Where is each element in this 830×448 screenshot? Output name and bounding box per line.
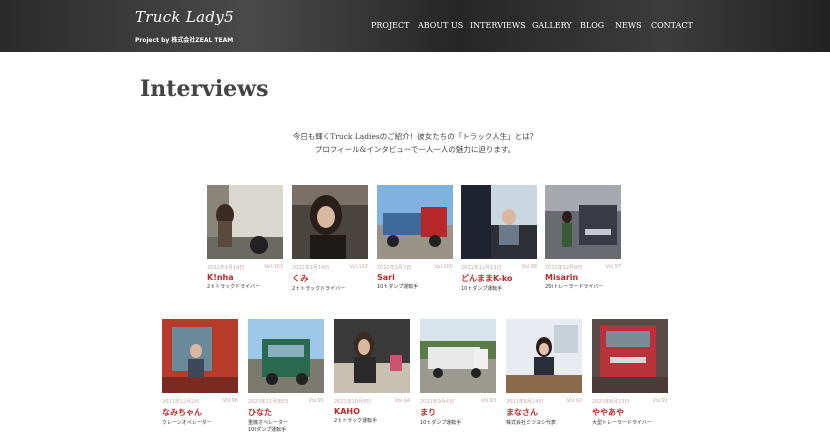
- interview-name[interactable]: ややあや: [592, 407, 668, 418]
- page-intro: 今日も輝くTruck Ladiesのご紹介！彼女たちの「トラック人生」とは？ プ…: [0, 130, 830, 156]
- interview-date: 2022年1月3日: [377, 265, 412, 271]
- interview-card[interactable]: 2022年1月3日 Vol.100 Sari 10ｔダンプ運転手: [377, 185, 453, 291]
- nav-gallery[interactable]: GALLERY: [532, 21, 572, 30]
- interview-job: 大型トレーラードライバー: [592, 420, 652, 426]
- nav-project[interactable]: PROJECT: [371, 21, 409, 30]
- interview-card[interactable]: 2021年8月13日 Vol.91 ややあや 大型トレーラードライバー: [592, 319, 668, 427]
- interview-job: 10ｔダンプ運転手: [377, 284, 419, 290]
- interview-name[interactable]: まり: [420, 407, 496, 418]
- interview-card[interactable]: 2021年10月8日 Vol.94 KAHO 2ｔトラック運転手: [334, 319, 410, 425]
- interview-vol: Vol.103: [264, 264, 283, 270]
- interview-name[interactable]: どんままK-ko: [461, 273, 537, 284]
- interview-photo[interactable]: [162, 319, 238, 393]
- interview-vol: Vol.102: [349, 264, 368, 270]
- interview-date: 2021年11月30日: [248, 399, 289, 405]
- interview-photo[interactable]: [420, 319, 496, 393]
- interview-name[interactable]: なみちゃん: [162, 407, 238, 418]
- interview-date: 2021年10月8日: [334, 399, 372, 405]
- interview-date: 2021年12月13日: [461, 265, 502, 271]
- interview-date: 2021年12月9日: [545, 265, 583, 271]
- interview-photo[interactable]: [248, 319, 324, 393]
- interview-vol: Vol.97: [605, 264, 621, 270]
- interview-vol: Vol.96: [222, 398, 238, 404]
- interview-card[interactable]: 2021年12月2日 Vol.96 なみちゃん クレーンオペレーター: [162, 319, 238, 427]
- nav-blog[interactable]: BLOG: [580, 21, 604, 30]
- interview-photo[interactable]: [377, 185, 453, 259]
- interview-photo[interactable]: [292, 185, 368, 259]
- interview-job: 2ｔトラックドライバー: [292, 286, 346, 292]
- interview-photo[interactable]: [506, 319, 582, 393]
- nav-interviews[interactable]: INTERVIEWS: [470, 21, 526, 30]
- nav-contact[interactable]: CONTACT: [651, 21, 693, 30]
- interview-vol: Vol.93: [480, 398, 496, 404]
- site-subtitle: Project by 株式会社ZEAL TEAM: [135, 37, 234, 44]
- interview-card[interactable]: 2021年12月9日 Vol.97 Misarin 25tトレーラードライバー: [545, 185, 621, 291]
- site-header: Truck Lady5 Project by 株式会社ZEAL TEAM PRO…: [0, 0, 830, 52]
- interview-card[interactable]: 2021年9月4日 Vol.93 まり 10ｔダンプ運転手: [420, 319, 496, 427]
- intro-line-2: プロフィール&インタビューで一人一人の魅力に迫ります。: [314, 145, 516, 154]
- interview-name[interactable]: まなさん: [506, 407, 582, 418]
- interview-vol: Vol.92: [566, 398, 582, 404]
- interview-vol: Vol.95: [308, 398, 324, 404]
- interview-photo[interactable]: [207, 185, 283, 259]
- nav-news[interactable]: NEWS: [615, 21, 642, 30]
- interview-date: 2021年9月4日: [420, 399, 455, 405]
- interview-photo[interactable]: [592, 319, 668, 393]
- interview-job: 25tトレーラードライバー: [545, 284, 604, 290]
- interview-photo[interactable]: [461, 185, 537, 259]
- interview-date: 2021年8月24日: [506, 399, 544, 405]
- interview-vol: Vol.91: [652, 398, 668, 404]
- interview-date: 2021年8月13日: [592, 399, 630, 405]
- interview-job: 10ｔダンプ運転手: [420, 420, 462, 426]
- interview-card[interactable]: 2022年1月14日 Vol.102 くみ 2ｔトラックドライバー: [292, 185, 368, 293]
- interview-job: 2ｔトラックドライバー: [207, 284, 261, 290]
- interview-name[interactable]: KAHO: [334, 407, 410, 416]
- interview-job: 10ｔダンプ運転手: [461, 286, 503, 292]
- interview-card[interactable]: 2021年8月24日 Vol.92 まなさん 株式会社ミツヨシ代表: [506, 319, 582, 427]
- interview-date: 2022年1月14日: [292, 265, 330, 271]
- intro-line-1: 今日も輝くTruck Ladiesのご紹介！彼女たちの「トラック人生」とは？: [292, 132, 538, 141]
- interview-name[interactable]: くみ: [292, 273, 368, 284]
- interview-name[interactable]: Misarin: [545, 273, 621, 282]
- page-title: Interviews: [140, 76, 269, 102]
- interview-job: 2ｔトラック運転手: [334, 418, 378, 424]
- interview-name[interactable]: ひなた: [248, 407, 324, 418]
- interview-card[interactable]: 2021年11月30日 Vol.95 ひなた 重機オペレーター 10tダンプ運転手: [248, 319, 324, 434]
- interview-photo[interactable]: [545, 185, 621, 259]
- interview-job: 株式会社ミツヨシ代表: [506, 420, 557, 426]
- nav-about-us[interactable]: ABOUT US: [418, 21, 463, 30]
- main-nav: PROJECT ABOUT US INTERVIEWS GALLERY BLOG…: [0, 21, 830, 33]
- interview-name[interactable]: Sari: [377, 273, 453, 282]
- interview-job: クレーンオペレーター: [162, 420, 212, 426]
- interview-card[interactable]: 2021年12月13日 Vol.98 どんままK-ko 10ｔダンプ運転手: [461, 185, 537, 293]
- interview-date: 2022年1月14日: [207, 265, 245, 271]
- interview-date: 2021年12月2日: [162, 399, 200, 405]
- interview-vol: Vol.98: [521, 264, 537, 270]
- interview-vol: Vol.100: [434, 264, 453, 270]
- interview-job: 重機オペレーター 10tダンプ運転手: [248, 420, 289, 433]
- interview-photo[interactable]: [334, 319, 410, 393]
- interview-vol: Vol.94: [394, 398, 410, 404]
- interview-card[interactable]: 2022年1月14日 Vol.103 K!nha 2ｔトラックドライバー: [207, 185, 283, 291]
- interview-name[interactable]: K!nha: [207, 273, 283, 282]
